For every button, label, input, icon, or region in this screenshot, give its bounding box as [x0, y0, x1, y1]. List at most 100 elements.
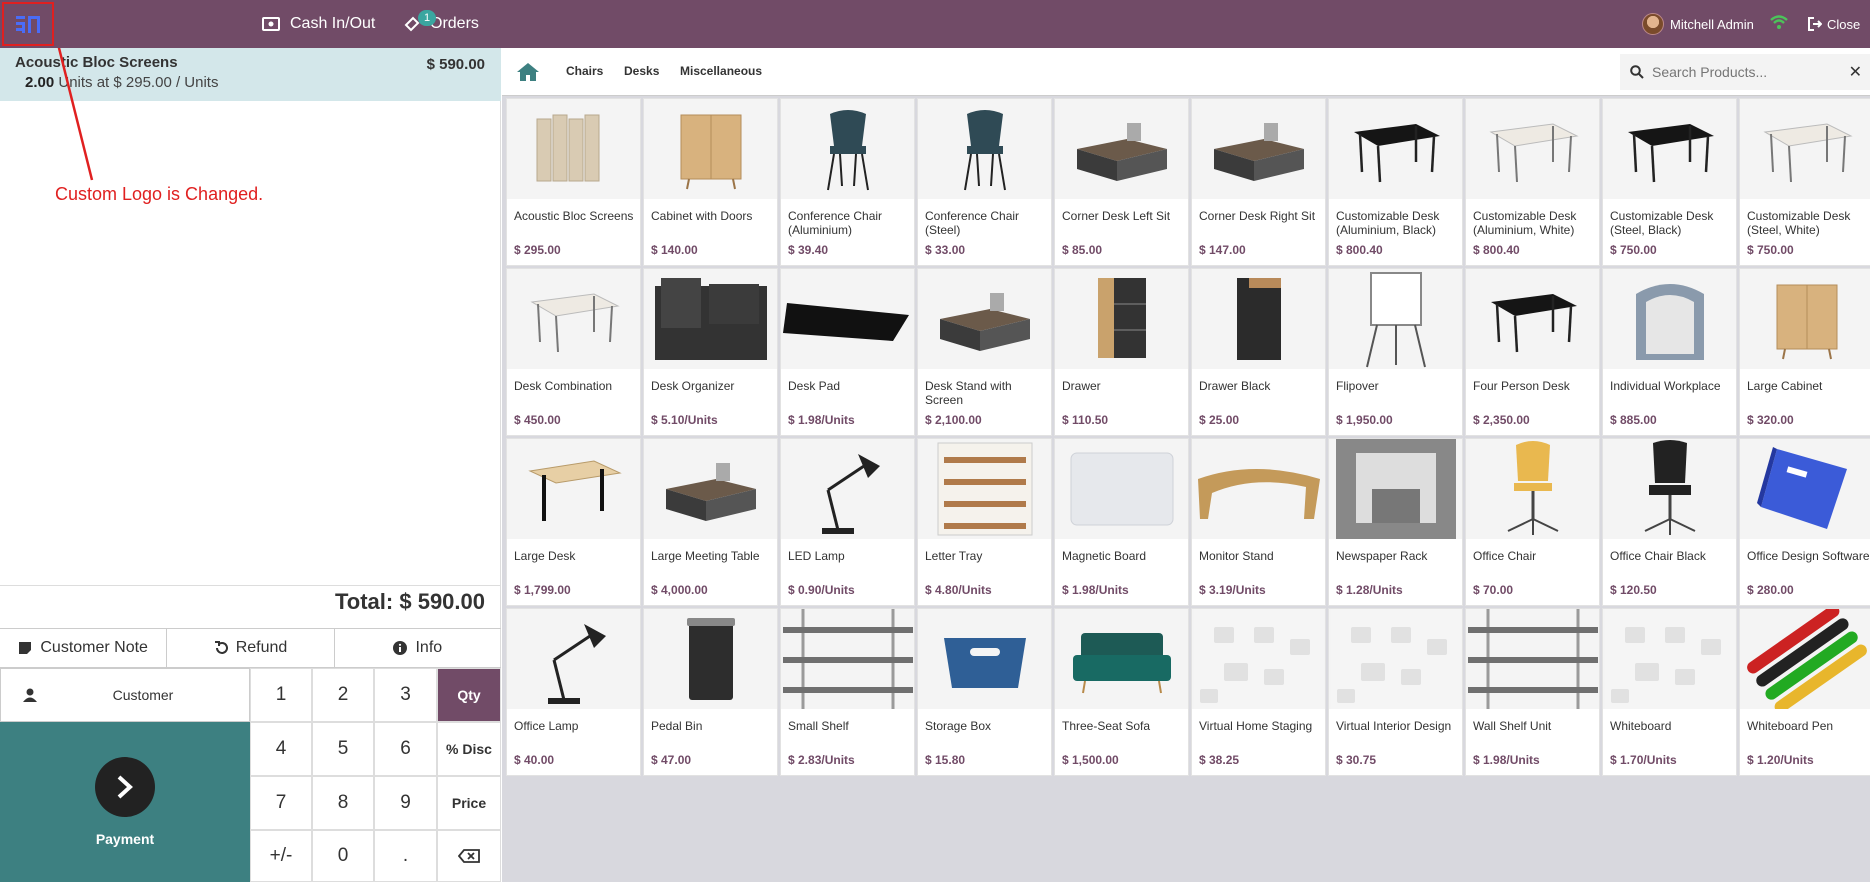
numpad-key-0[interactable]: 0 [312, 830, 374, 882]
product-card[interactable]: Customizable Desk (Steel, White) $ 750.00 [1739, 98, 1870, 266]
product-name: Desk Organizer [651, 379, 735, 393]
home-icon[interactable] [516, 62, 540, 82]
product-card[interactable]: Drawer $ 110.50 [1054, 268, 1189, 436]
numpad-key-dot[interactable]: . [374, 830, 437, 882]
product-card[interactable]: Virtual Interior Design $ 30.75 [1328, 608, 1463, 776]
product-card[interactable]: Newspaper Rack $ 1.28/Units [1328, 438, 1463, 606]
payment-label: Payment [95, 831, 155, 847]
product-card[interactable]: Desk Organizer $ 5.10/Units [643, 268, 778, 436]
product-image [1329, 439, 1462, 539]
product-card[interactable]: Wall Shelf Unit $ 1.98/Units [1465, 608, 1600, 776]
numpad-key-1[interactable]: 1 [250, 668, 312, 722]
qty-mode-button[interactable]: Qty [437, 668, 501, 722]
product-card[interactable]: Office Chair Black $ 120.50 [1602, 438, 1737, 606]
product-card[interactable]: Letter Tray $ 4.80/Units [917, 438, 1052, 606]
product-card[interactable]: Storage Box $ 15.80 [917, 608, 1052, 776]
numpad-key-9[interactable]: 9 [374, 776, 437, 830]
order-line[interactable]: Acoustic Bloc Screens $ 590.00 2.00 Unit… [0, 48, 501, 101]
product-price: $ 40.00 [514, 753, 555, 767]
orders-button[interactable]: 1 Orders [404, 0, 479, 48]
product-card[interactable]: Corner Desk Left Sit $ 85.00 [1054, 98, 1189, 266]
product-card[interactable]: Conference Chair (Aluminium) $ 39.40 [780, 98, 915, 266]
search-icon [1630, 65, 1644, 79]
product-card[interactable]: Customizable Desk (Steel, Black) $ 750.00 [1602, 98, 1737, 266]
product-name: Drawer Black [1199, 379, 1271, 393]
refund-button[interactable]: Refund [167, 629, 335, 667]
clear-search-icon[interactable]: ✕ [1849, 62, 1862, 82]
search-input[interactable] [1652, 64, 1842, 80]
numpad-key-7[interactable]: 7 [250, 776, 312, 830]
numpad-key-8[interactable]: 8 [312, 776, 374, 830]
product-card[interactable]: Four Person Desk $ 2,350.00 [1465, 268, 1600, 436]
product-card[interactable]: Acoustic Bloc Screens $ 295.00 [506, 98, 641, 266]
product-card[interactable]: Magnetic Board $ 1.98/Units [1054, 438, 1189, 606]
product-card[interactable]: Whiteboard Pen $ 1.20/Units [1739, 608, 1870, 776]
product-card[interactable]: Office Design Software $ 280.00 [1739, 438, 1870, 606]
product-card[interactable]: Desk Combination $ 450.00 [506, 268, 641, 436]
product-price: $ 4,000.00 [651, 583, 708, 597]
product-card[interactable]: Monitor Stand $ 3.19/Units [1191, 438, 1326, 606]
customer-button[interactable]: Customer [0, 668, 250, 722]
category-miscellaneous[interactable]: Miscellaneous [680, 64, 762, 78]
product-image [781, 269, 914, 369]
product-image [1329, 99, 1462, 199]
product-price: $ 110.50 [1062, 413, 1109, 427]
product-name: Corner Desk Left Sit [1062, 209, 1171, 223]
product-card[interactable]: LED Lamp $ 0.90/Units [780, 438, 915, 606]
product-name: Acoustic Bloc Screens [514, 209, 634, 223]
product-card[interactable]: Three-Seat Sofa $ 1,500.00 [1054, 608, 1189, 776]
product-card[interactable]: Whiteboard $ 1.70/Units [1602, 608, 1737, 776]
product-card[interactable]: Virtual Home Staging $ 38.25 [1191, 608, 1326, 776]
product-price: $ 4.80/Units [925, 583, 992, 597]
category-desks[interactable]: Desks [624, 64, 659, 78]
close-button[interactable]: Close [1808, 0, 1860, 48]
product-card[interactable]: Desk Stand with Screen $ 2,100.00 [917, 268, 1052, 436]
user-menu[interactable]: Mitchell Admin [1642, 0, 1754, 48]
product-card[interactable]: Desk Pad $ 1.98/Units [780, 268, 915, 436]
product-card[interactable]: Conference Chair (Steel) $ 33.00 [917, 98, 1052, 266]
product-name: Storage Box [925, 719, 992, 733]
annotation-text: Custom Logo is Changed. [55, 184, 264, 204]
product-card[interactable]: Drawer Black $ 25.00 [1191, 268, 1326, 436]
cash-in-out-button[interactable]: Cash In/Out [262, 0, 375, 48]
order-line-name: Acoustic Bloc Screens [15, 54, 178, 71]
numpad-key-6[interactable]: 6 [374, 722, 437, 776]
product-price: $ 33.00 [925, 243, 966, 257]
product-price: $ 120.50 [1610, 583, 1657, 597]
category-chairs[interactable]: Chairs [566, 64, 603, 78]
product-card[interactable]: Large Meeting Table $ 4,000.00 [643, 438, 778, 606]
product-card[interactable]: Office Lamp $ 40.00 [506, 608, 641, 776]
product-card[interactable]: Customizable Desk (Aluminium, Black) $ 80… [1328, 98, 1463, 266]
custom-logo[interactable] [2, 2, 54, 46]
numpad: 1 2 3 Qty 4 5 6 % Disc 7 8 9 Price +/- 0… [250, 668, 501, 882]
numpad-key-4[interactable]: 4 [250, 722, 312, 776]
product-image [507, 99, 640, 199]
product-card[interactable]: Cabinet with Doors $ 140.00 [643, 98, 778, 266]
backspace-button[interactable] [437, 830, 501, 882]
product-card[interactable]: Small Shelf $ 2.83/Units [780, 608, 915, 776]
numpad-key-5[interactable]: 5 [312, 722, 374, 776]
product-card[interactable]: Corner Desk Right Sit $ 147.00 [1191, 98, 1326, 266]
payment-button[interactable]: Payment [0, 722, 250, 882]
info-button[interactable]: Info [335, 629, 501, 667]
numpad-key-sign[interactable]: +/- [250, 830, 312, 882]
product-card[interactable]: Flipover $ 1,950.00 [1328, 268, 1463, 436]
product-name: Large Desk [514, 549, 576, 563]
cash-in-out-label: Cash In/Out [290, 15, 376, 32]
refund-label: Refund [235, 639, 288, 656]
numpad-key-2[interactable]: 2 [312, 668, 374, 722]
product-card[interactable]: Large Desk $ 1,799.00 [506, 438, 641, 606]
product-name: Conference Chair (Steel) [925, 209, 1020, 237]
product-image [1055, 99, 1188, 199]
product-image [644, 99, 777, 199]
product-card[interactable]: Customizable Desk (Aluminium, White) $ 80… [1465, 98, 1600, 266]
discount-mode-button[interactable]: % Disc [437, 722, 501, 776]
customer-note-button[interactable]: Customer Note [0, 629, 168, 667]
product-card[interactable]: Office Chair $ 70.00 [1465, 438, 1600, 606]
price-mode-button[interactable]: Price [437, 776, 501, 830]
product-card[interactable]: Large Cabinet $ 320.00 [1739, 268, 1870, 436]
numpad-key-3[interactable]: 3 [374, 668, 437, 722]
product-price: $ 39.40 [788, 243, 829, 257]
product-card[interactable]: Pedal Bin $ 47.00 [643, 608, 778, 776]
product-card[interactable]: Individual Workplace $ 885.00 [1602, 268, 1737, 436]
